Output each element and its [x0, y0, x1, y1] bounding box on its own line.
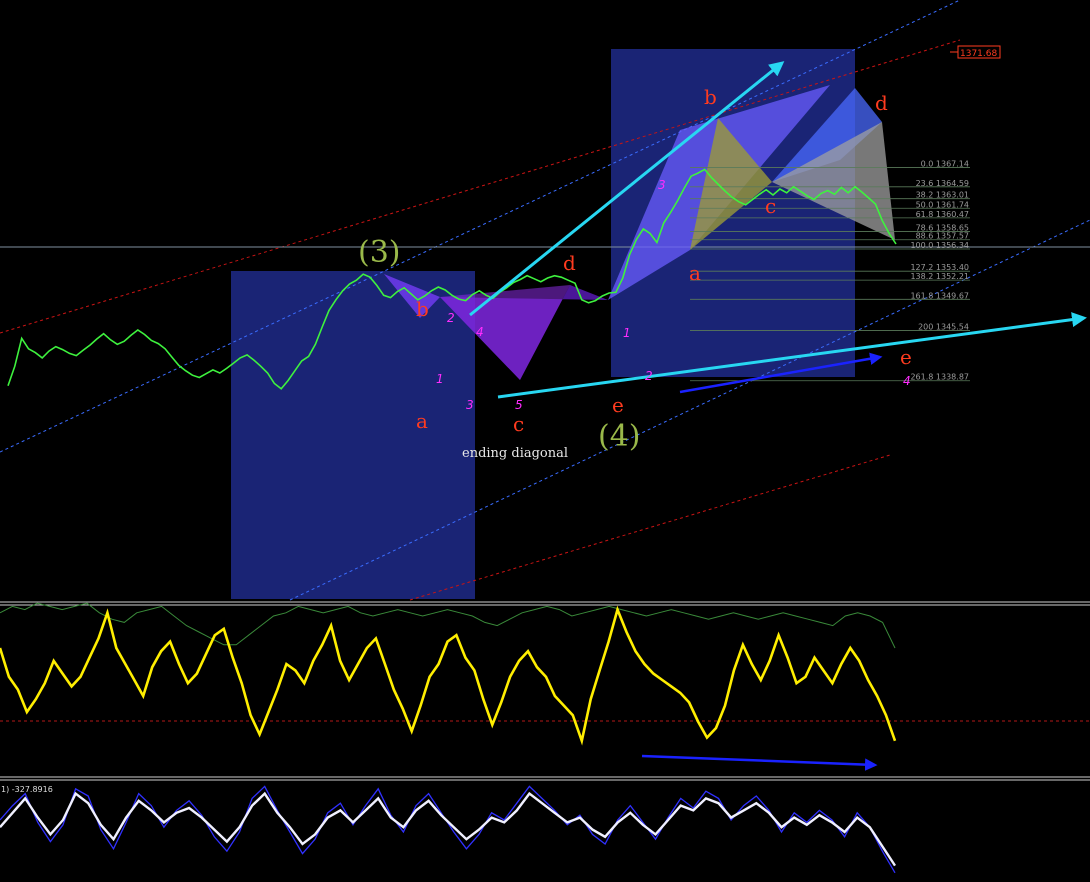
wave-label-d-left: d [563, 251, 576, 275]
wave-degree-3: (3) [358, 235, 401, 270]
wave-label-c-right: c [765, 194, 776, 218]
wave-label-e-right: e [900, 345, 912, 369]
wave-label-e-left: e [612, 393, 624, 417]
zone-box-left [231, 271, 475, 599]
wave-label-b-right: b [704, 85, 717, 109]
fib-level-label: 100.0 1356.34 [910, 241, 969, 250]
fib-level-label: 127.2 1353.40 [910, 263, 969, 272]
wave-label-b-left: b [416, 297, 429, 321]
wave-label-c-left: c [513, 412, 524, 436]
wave-label-d-right: d [875, 91, 888, 115]
oscillator-pane [0, 602, 1090, 771]
indicator-label: 1) -327.8916 [1, 785, 53, 794]
price-tag: 1371.68 [960, 49, 997, 59]
wave-number-1-left: 1 [436, 372, 444, 386]
wave-number-4-right: 4 [903, 374, 911, 388]
wave-label-a-right: a [689, 261, 701, 285]
wave-number-1-right: 1 [623, 326, 631, 340]
fib-level-label: 261.8 1338.87 [910, 373, 969, 382]
indicator-blue-line [0, 785, 896, 874]
fib-level-label: 88.6 1357.57 [916, 232, 969, 241]
fib-level-label: 23.6 1364.59 [916, 179, 969, 188]
chart-canvas: 0.0 1367.14 23.6 1364.59 38.2 1363.0150.0 … [0, 0, 1090, 874]
wave-degree-4: (4) [598, 419, 641, 454]
divergence-arrow [641, 754, 878, 771]
ending-diagonal-note: ending diagonal [462, 446, 568, 461]
wave-number-3-left: 3 [466, 398, 474, 412]
fib-level-label: 61.8 1360.47 [916, 210, 969, 219]
wave-number-2-left: 2 [447, 311, 455, 325]
fib-level-label: 38.2 1363.01 [916, 191, 969, 200]
chart-window: 0.0 1367.14 23.6 1364.59 38.2 1363.01 50.0 … [0, 0, 1090, 882]
price-pane: 0.0 1367.14 23.6 1364.59 38.2 1363.0150.0 … [0, 0, 1090, 601]
wave-label-a-left: a [416, 409, 428, 433]
channel-line-lower-red [409, 454, 891, 601]
fib-level-label: 200 1345.54 [918, 322, 969, 331]
wave-number-2-right: 2 [645, 369, 653, 383]
indicator-pane: 1) -327.8916 [0, 785, 897, 874]
fib-level-label: 161.8 1349.67 [910, 291, 969, 300]
wave-number-5-left: 5 [515, 398, 523, 412]
wave-number-4-left: 4 [476, 325, 484, 339]
wave-number-3-right: 3 [658, 178, 666, 192]
fib-level-label: 50.0 1361.74 [916, 200, 969, 209]
fib-level-label: 138.2 1352.21 [910, 272, 969, 281]
fib-level-label: 0.0 1367.14 [921, 160, 969, 169]
